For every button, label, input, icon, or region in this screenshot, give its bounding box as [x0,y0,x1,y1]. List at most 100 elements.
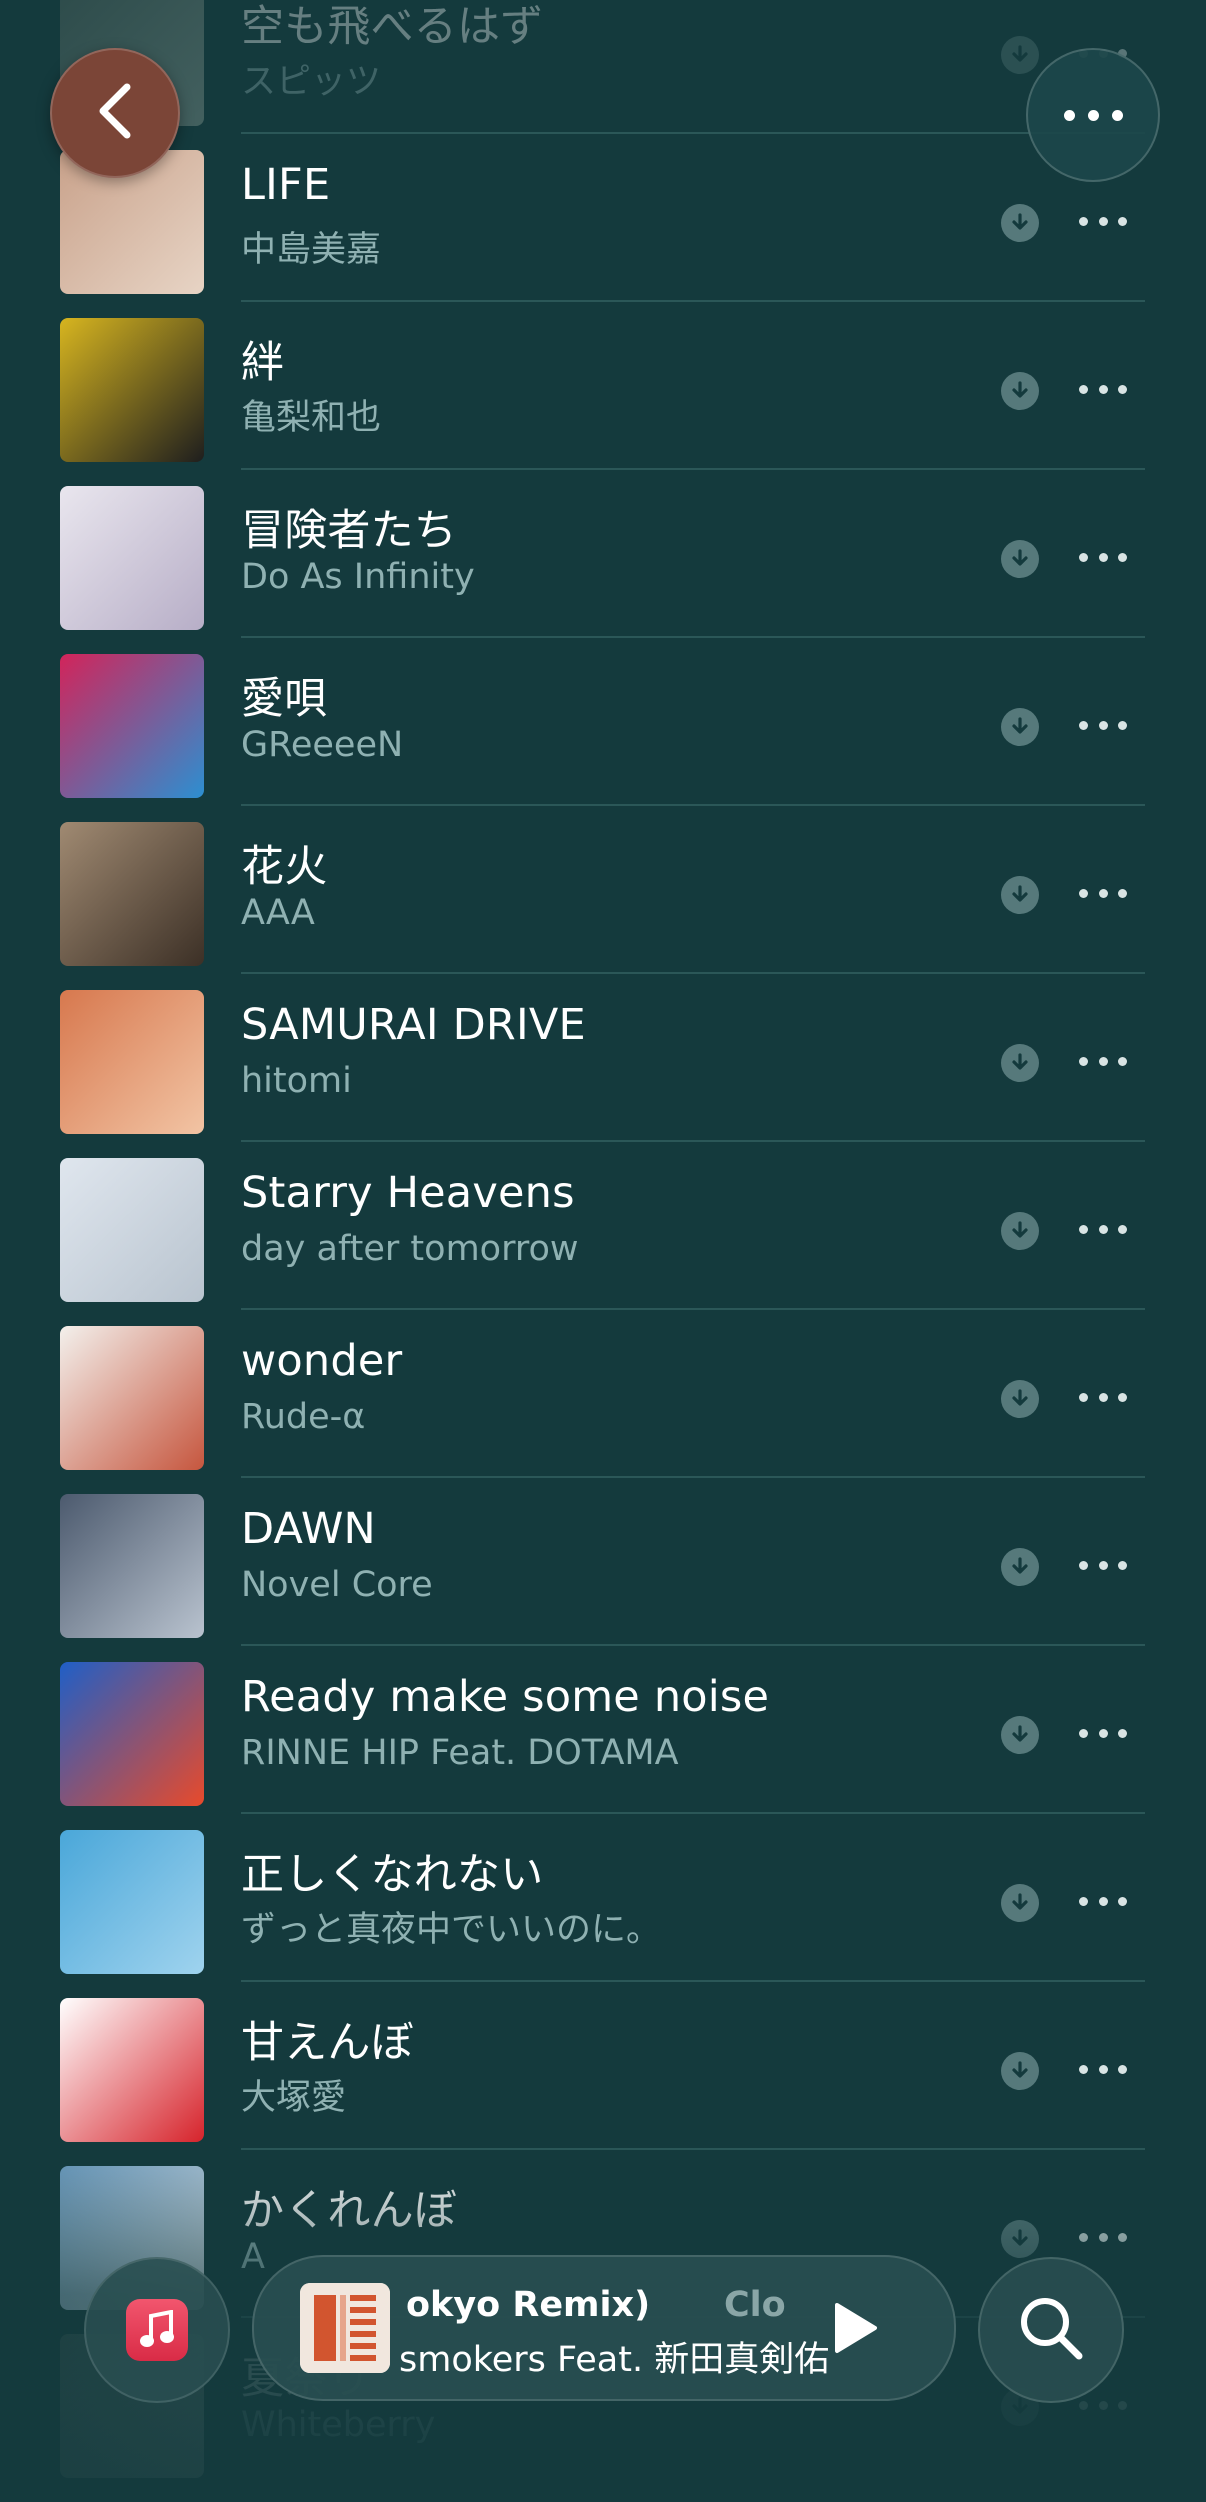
download-icon[interactable] [1001,1044,1039,1082]
song-row[interactable]: wonder Rude-α [0,1326,1206,1494]
song-title: 冒険者たち [241,506,457,556]
music-note-icon [126,2299,188,2361]
song-title: wonder [241,1336,403,1386]
ellipsis-dot [1079,721,1088,730]
song-artist: 亀梨和也 [241,398,382,438]
download-icon[interactable] [1001,372,1039,410]
song-row[interactable]: Starry Heavens day after tomorrow [0,1158,1206,1326]
song-row[interactable]: 絆亀梨和也 [0,318,1206,486]
song-artist: Novel Core [241,1565,433,1605]
song-more-button[interactable] [1079,2065,1127,2077]
song-more-button[interactable] [1079,721,1127,733]
song-artist: 中島美嘉 [241,230,382,270]
ellipsis-dot [1118,2065,1127,2074]
row-divider [241,1476,1145,1478]
row-divider [241,636,1145,638]
download-icon[interactable] [1001,204,1039,242]
song-artist: AAA [241,893,315,933]
ellipsis-dot [1098,2065,1108,2074]
row-divider [241,1980,1145,1982]
song-artist: スピッツ [241,62,382,102]
song-artist: ずっと真夜中でいいのに。 [241,1910,662,1950]
song-more-button[interactable] [1079,1057,1127,1069]
song-row[interactable]: 愛唄 GReeeeN [0,654,1206,822]
more-options-button[interactable] [1026,48,1160,182]
song-row[interactable]: LIFE 中島美嘉 [0,150,1206,318]
now-playing-title-marquee: Clo [724,2285,786,2325]
row-divider [241,132,1145,134]
ellipsis-dot [1063,109,1075,121]
song-artist: GReeeeN [241,725,404,765]
song-more-button[interactable] [1079,889,1127,901]
song-title: DAWN [241,1504,376,1554]
row-divider [241,1140,1145,1142]
ellipsis-dot [1079,1057,1088,1066]
song-title: 花火 [241,842,328,892]
song-row[interactable]: 正しくなれない ずっと真夜中でいいのに。 [0,1830,1206,1998]
ellipsis-dot [1118,1729,1127,1738]
download-icon[interactable] [1001,1212,1039,1250]
ellipsis-dot [1118,889,1127,898]
row-divider [241,1812,1145,1814]
download-icon[interactable] [1001,1716,1039,1754]
album-artwork [60,486,204,630]
back-button[interactable] [50,48,180,178]
row-divider [241,468,1145,470]
now-playing-title: okyo Remix) [406,2285,651,2325]
mini-player[interactable]: okyo Remix) Clo smokers Feat. 新田真剣佑 [252,2255,956,2401]
song-title: Starry Heavens [241,1168,575,1218]
download-icon[interactable] [1001,1884,1039,1922]
row-divider [241,804,1145,806]
song-artist: day after tomorrow [241,1229,579,1269]
ellipsis-dot [1079,217,1088,226]
album-artwork [60,822,204,966]
song-artist: hitomi [241,1061,352,1101]
ellipsis-dot [1098,1561,1108,1570]
song-more-button[interactable] [1079,1897,1127,1909]
song-more-button[interactable] [1079,1729,1127,1741]
song-title: 愛唄 [241,674,328,724]
ellipsis-dot [1079,2065,1088,2074]
song-more-button[interactable] [1079,385,1127,397]
song-more-button[interactable] [1079,1225,1127,1237]
song-row[interactable]: 花火 AAA [0,822,1206,990]
library-button[interactable] [84,2257,230,2403]
song-title: 空も飛べるはず [241,2,544,52]
song-artist: Rude-α [241,1397,366,1437]
ellipsis-dot [1079,889,1088,898]
download-icon[interactable] [1001,1548,1039,1586]
play-button[interactable] [819,2293,889,2363]
song-row[interactable]: 冒険者たち Do As Infinity [0,486,1206,654]
album-artwork [60,1830,204,1974]
song-row[interactable]: SAMURAI DRIVE hitomi [0,990,1206,1158]
download-icon[interactable] [1001,1380,1039,1418]
download-icon[interactable] [1001,540,1039,578]
album-artwork [60,654,204,798]
download-icon[interactable] [1001,36,1039,74]
song-more-button[interactable] [1079,553,1127,565]
play-icon [835,2303,877,2353]
ellipsis-dot [1098,1897,1108,1906]
song-more-button[interactable] [1079,1393,1127,1405]
row-divider [241,1644,1145,1646]
ellipsis-dot [1118,721,1127,730]
song-more-button[interactable] [1079,217,1127,229]
ellipsis-dot [1098,721,1108,730]
song-title: SAMURAI DRIVE [241,1000,586,1050]
song-artist: 大塚愛 [241,2078,347,2118]
download-icon[interactable] [1001,2052,1039,2090]
search-button[interactable] [978,2257,1124,2403]
song-title: Ready make some noise [241,1672,770,1722]
ellipsis-dot [1098,1057,1108,1066]
download-icon[interactable] [1001,876,1039,914]
ellipsis-dot [1098,1729,1108,1738]
download-icon[interactable] [1001,708,1039,746]
album-artwork [60,1998,204,2142]
song-row[interactable]: 空も飛べるはずスピッツ [0,0,1206,150]
song-title: 絆 [241,338,285,388]
song-row[interactable]: DAWN Novel Core [0,1494,1206,1662]
song-row[interactable]: Ready make some noise RINNE HIP Feat. DOT… [0,1662,1206,1830]
search-icon [1015,2292,1087,2368]
song-more-button[interactable] [1079,1561,1127,1573]
ellipsis-dot [1079,1561,1088,1570]
